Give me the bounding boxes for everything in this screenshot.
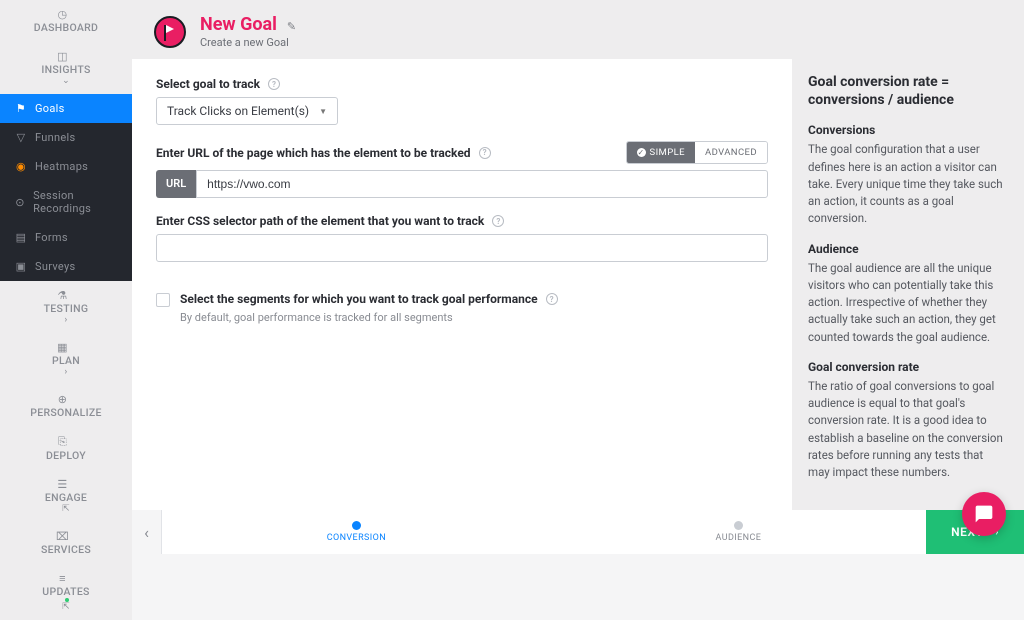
sidebar-label: PLAN <box>52 354 80 367</box>
back-button[interactable]: ‹ <box>132 510 162 554</box>
info-title: Goal conversion rate = conversions / aud… <box>808 73 1006 109</box>
sidebar-item-updates[interactable]: ≡ UPDATES ⇱ <box>0 564 132 620</box>
segments-subtext: By default, goal performance is tracked … <box>180 311 558 324</box>
chevron-down-icon: ⌄ <box>62 76 70 86</box>
step-dot-icon <box>352 521 361 530</box>
sidebar-label: Heatmaps <box>35 160 88 173</box>
info-heading-rate: Goal conversion rate <box>808 360 1006 374</box>
sidebar-label: TESTING <box>44 302 89 315</box>
css-selector-label: Enter CSS selector path of the element t… <box>156 214 768 228</box>
sidebar-item-deploy[interactable]: ⎘ DEPLOY <box>0 427 132 470</box>
sidebar-label: ENGAGE <box>45 491 87 504</box>
simple-toggle[interactable]: SIMPLE <box>627 142 695 163</box>
info-heading-audience: Audience <box>808 242 1006 256</box>
step-conversion[interactable]: CONVERSION <box>327 521 386 543</box>
page-subtitle: Create a new Goal <box>200 36 296 49</box>
sidebar-item-funnels[interactable]: ▽ Funnels <box>0 123 132 152</box>
step-audience[interactable]: AUDIENCE <box>716 521 762 543</box>
sidebar-label: INSIGHTS <box>41 63 90 76</box>
recording-icon: ⊙ <box>14 196 26 209</box>
segments-title: Select the segments for which you want t… <box>180 292 558 306</box>
segments-row: Select the segments for which you want t… <box>156 292 768 324</box>
chat-support-button[interactable] <box>962 492 1006 536</box>
segments-checkbox[interactable] <box>156 293 170 307</box>
target-icon: ⊕ <box>56 393 70 406</box>
help-icon[interactable]: ? <box>479 147 491 159</box>
select-goal-label: Select goal to track ? <box>156 77 768 91</box>
url-input[interactable] <box>196 170 768 198</box>
sidebar: ◷ DASHBOARD ◫ INSIGHTS ⌄ ⚑ Goals ▽ Funne… <box>0 0 132 554</box>
chat-icon <box>974 504 994 524</box>
flask-icon: ⚗ <box>56 289 70 302</box>
sidebar-item-services[interactable]: ⌧ SERVICES <box>0 522 132 564</box>
url-prefix-label: URL <box>156 170 196 198</box>
sidebar-label: Funnels <box>35 131 75 144</box>
sidebar-item-session-recordings[interactable]: ⊙ Session Recordings <box>0 181 132 223</box>
help-icon[interactable]: ? <box>492 215 504 227</box>
info-panel: Goal conversion rate = conversions / aud… <box>792 59 1024 510</box>
sidebar-label: PERSONALIZE <box>30 406 102 419</box>
info-text-rate: The ratio of goal conversions to goal au… <box>808 378 1006 482</box>
help-icon[interactable]: ? <box>268 78 280 90</box>
sidebar-item-heatmaps[interactable]: ◉ Heatmaps <box>0 152 132 181</box>
funnel-icon: ▽ <box>14 131 28 144</box>
sidebar-item-insights[interactable]: ◫ INSIGHTS ⌄ <box>0 42 132 94</box>
sidebar-item-forms[interactable]: ▤ Forms <box>0 223 132 252</box>
select-goal-value: Track Clicks on Element(s) <box>167 104 309 118</box>
wizard-footer: ‹ CONVERSION AUDIENCE NEXT › <box>132 510 1024 554</box>
sidebar-label: Goals <box>35 102 65 115</box>
body-row: Select goal to track ? Track Clicks on E… <box>132 59 1024 510</box>
sidebar-item-personalize[interactable]: ⊕ PERSONALIZE <box>0 385 132 427</box>
goal-logo-icon <box>154 16 186 48</box>
help-icon[interactable]: ? <box>546 293 558 305</box>
advanced-toggle[interactable]: ADVANCED <box>695 142 767 163</box>
sidebar-label: DASHBOARD <box>34 21 98 34</box>
caret-down-icon: ▼ <box>319 107 327 116</box>
step-indicator: CONVERSION AUDIENCE <box>162 510 926 554</box>
sidebar-item-dashboard[interactable]: ◷ DASHBOARD <box>0 0 132 42</box>
external-link-icon: ⇱ <box>62 602 70 612</box>
sidebar-label: Session Recordings <box>33 189 121 215</box>
edit-title-icon[interactable]: ✎ <box>287 20 296 33</box>
sidebar-label: DEPLOY <box>46 449 86 462</box>
step-dot-icon <box>734 521 743 530</box>
page-title: New Goal <box>200 14 277 35</box>
select-goal-dropdown[interactable]: Track Clicks on Element(s) ▼ <box>156 97 338 125</box>
sidebar-item-plan[interactable]: ▦ PLAN › <box>0 333 132 385</box>
flag-icon: ⚑ <box>14 102 28 115</box>
chevron-right-icon: › <box>64 367 67 377</box>
sidebar-label: SERVICES <box>41 543 91 556</box>
page-header: New Goal ✎ Create a new Goal <box>132 0 1024 59</box>
sidebar-label: Forms <box>35 231 68 244</box>
deploy-icon: ⎘ <box>56 435 70 449</box>
gauge-icon: ◷ <box>56 8 70 21</box>
css-selector-input[interactable] <box>156 234 768 262</box>
chevron-right-icon: › <box>64 315 67 325</box>
info-text-audience: The goal audience are all the unique vis… <box>808 260 1006 346</box>
info-text-conversions: The goal configuration that a user defin… <box>808 141 1006 227</box>
form-panel: Select goal to track ? Track Clicks on E… <box>132 59 792 510</box>
briefcase-icon: ⌧ <box>56 530 70 543</box>
sidebar-item-testing[interactable]: ⚗ TESTING › <box>0 281 132 333</box>
calendar-icon: ▦ <box>56 341 70 354</box>
sidebar-item-goals[interactable]: ⚑ Goals <box>0 94 132 123</box>
engage-icon: ☰ <box>56 478 70 491</box>
sidebar-item-surveys[interactable]: ▣ Surveys <box>0 252 132 281</box>
sidebar-item-engage[interactable]: ☰ ENGAGE ⇱ <box>0 470 132 522</box>
url-mode-toggle: SIMPLE ADVANCED <box>626 141 768 164</box>
external-link-icon: ⇱ <box>62 504 70 514</box>
surveys-icon: ▣ <box>14 260 28 273</box>
info-heading-conversions: Conversions <box>808 123 1006 137</box>
sidebar-label: Surveys <box>35 260 75 273</box>
chevron-left-icon: ‹ <box>144 523 149 542</box>
sidebar-label: UPDATES <box>42 585 89 598</box>
cube-icon: ◫ <box>56 50 70 63</box>
forms-icon: ▤ <box>14 231 28 244</box>
updates-icon: ≡ <box>56 572 70 585</box>
heatmap-icon: ◉ <box>14 160 28 173</box>
main-area: New Goal ✎ Create a new Goal Select goal… <box>132 0 1024 554</box>
url-label: Enter URL of the page which has the elem… <box>156 146 491 160</box>
